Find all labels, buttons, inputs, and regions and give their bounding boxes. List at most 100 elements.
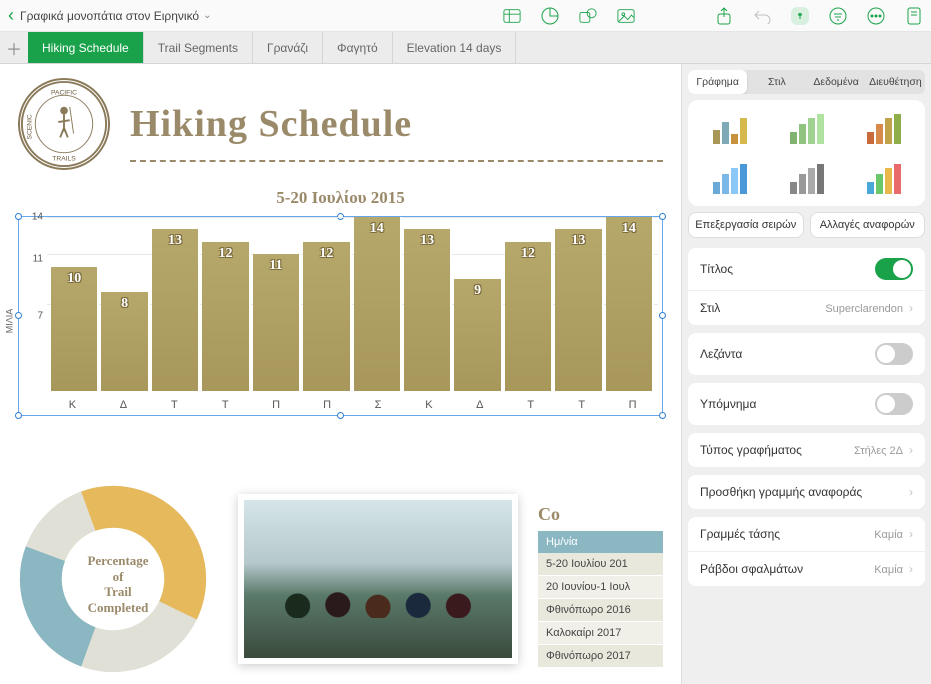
bar: 10 xyxy=(51,267,99,391)
chart-style-grid xyxy=(688,100,925,206)
seg-arrange[interactable]: Διευθέτηση xyxy=(866,70,925,94)
style-thumb[interactable] xyxy=(848,156,919,200)
bar-value: 12 xyxy=(202,246,248,262)
bar-value: 13 xyxy=(404,233,450,249)
svg-text:TRAILS: TRAILS xyxy=(52,155,76,162)
sheet-tabs: ＋ Hiking Schedule Trail Segments Γρανάζι… xyxy=(0,32,931,64)
row-error-value: Καμία xyxy=(874,564,903,576)
table-row[interactable]: 20 Ιουνίου-1 Ιουλ xyxy=(538,576,663,599)
y-tick: 7 xyxy=(19,311,43,322)
tab-trail-segments[interactable]: Trail Segments xyxy=(144,32,253,63)
donut-chart[interactable]: PercentageofTrailCompleted xyxy=(18,484,218,684)
row-legend[interactable]: Υπόμνημα xyxy=(688,383,925,425)
row-style[interactable]: Στιλ Superclarendon› xyxy=(688,290,925,325)
bar: 12 xyxy=(505,242,553,391)
style-thumb[interactable] xyxy=(694,106,765,150)
document-title[interactable]: Γραφικά μονοπάτια στον Ειρηνικό xyxy=(20,9,199,23)
x-tick: Σ xyxy=(353,395,404,415)
x-tick: Κ xyxy=(47,395,98,415)
table-title: Co xyxy=(538,504,663,525)
bar: 12 xyxy=(202,242,250,391)
back-chevron-icon[interactable]: ‹ xyxy=(8,5,14,26)
resize-handle[interactable] xyxy=(15,412,22,419)
seg-chart[interactable]: Γράφημα xyxy=(688,70,747,94)
table-row[interactable]: 5-20 Ιουλίου 201 xyxy=(538,553,663,576)
row-title[interactable]: Τίτλος xyxy=(688,248,925,290)
tab-hiking-schedule[interactable]: Hiking Schedule xyxy=(28,32,144,63)
style-thumb[interactable] xyxy=(771,106,842,150)
bar-value: 12 xyxy=(303,246,349,262)
style-thumb[interactable] xyxy=(694,156,765,200)
row-trend[interactable]: Γραμμές τάσης Καμία› xyxy=(688,517,925,551)
seg-style[interactable]: Στιλ xyxy=(747,70,806,94)
tab-food[interactable]: Φαγητό xyxy=(323,32,393,63)
resize-handle[interactable] xyxy=(659,213,666,220)
table-icon[interactable] xyxy=(503,7,521,25)
bar-value: 12 xyxy=(505,246,551,262)
y-tick: 11 xyxy=(19,254,43,265)
row-chart-type[interactable]: Τύπος γραφήματος Στήλες 2Δ› xyxy=(688,433,925,467)
edit-series-button[interactable]: Επεξεργασία σειρών xyxy=(688,212,804,238)
table-row[interactable]: Καλοκαίρι 2017 xyxy=(538,622,663,645)
bar-chart[interactable]: 5-20 Ιουλίου 2015 ΜΙΛΙΑ 1081312111214139… xyxy=(18,188,663,416)
change-references-button[interactable]: Αλλαγές αναφορών xyxy=(810,212,926,238)
table-header: Ημ/νία xyxy=(538,531,663,553)
style-thumb[interactable] xyxy=(848,106,919,150)
filter-icon[interactable] xyxy=(829,7,847,25)
row-style-label: Στιλ xyxy=(700,301,720,315)
bar: 14 xyxy=(354,217,402,391)
x-tick: Δ xyxy=(454,395,505,415)
more-icon[interactable] xyxy=(867,7,885,25)
table-row[interactable]: Φθινόπωρο 2017 xyxy=(538,645,663,668)
bar-value: 9 xyxy=(454,283,500,299)
row-reference-label: Προσθήκη γραμμής αναφοράς xyxy=(700,485,862,499)
row-caption[interactable]: Λεζάντα xyxy=(688,333,925,375)
caption-toggle[interactable] xyxy=(875,343,913,365)
row-caption-label: Λεζάντα xyxy=(700,347,742,361)
resize-handle[interactable] xyxy=(659,312,666,319)
date-table[interactable]: Co Ημ/νία 5-20 Ιουλίου 20120 Ιουνίου-1 Ι… xyxy=(538,504,663,684)
shape-icon[interactable] xyxy=(579,7,597,25)
chart-icon[interactable] xyxy=(541,7,559,25)
title-toggle[interactable] xyxy=(875,258,913,280)
share-icon[interactable] xyxy=(715,7,733,25)
page-header: PACIFIC TRAILS SCENIC Hiking Schedule xyxy=(0,64,681,180)
x-tick: Τ xyxy=(556,395,607,415)
bar-value: 14 xyxy=(606,221,652,237)
row-trend-value: Καμία xyxy=(874,529,903,541)
seg-data[interactable]: Δεδομένα xyxy=(807,70,866,94)
row-title-label: Τίτλος xyxy=(700,262,733,276)
style-thumb[interactable] xyxy=(771,156,842,200)
row-reference-line[interactable]: Προσθήκη γραμμής αναφοράς › xyxy=(688,475,925,509)
chevron-right-icon: › xyxy=(909,443,913,457)
canvas[interactable]: PACIFIC TRAILS SCENIC Hiking Schedule 5-… xyxy=(0,64,681,684)
x-tick: Δ xyxy=(98,395,149,415)
row-style-value: Superclarendon xyxy=(825,303,903,315)
add-sheet-button[interactable]: ＋ xyxy=(0,32,28,63)
x-tick: Π xyxy=(302,395,353,415)
media-icon[interactable] xyxy=(617,7,635,25)
inspector-icon[interactable] xyxy=(905,7,923,25)
title-bar: ‹ Γραφικά μονοπάτια στον Ειρηνικό ⌄ xyxy=(0,0,931,32)
bar-value: 8 xyxy=(101,296,147,312)
tab-elevation[interactable]: Elevation 14 days xyxy=(393,32,517,63)
x-tick: Π xyxy=(607,395,658,415)
tab-gear[interactable]: Γρανάζι xyxy=(253,32,323,63)
y-axis-label: ΜΙΛΙΑ xyxy=(4,309,14,334)
chevron-right-icon: › xyxy=(909,562,913,576)
photo[interactable] xyxy=(238,494,518,664)
toolbar-right xyxy=(503,7,923,25)
legend-toggle[interactable] xyxy=(875,393,913,415)
row-error-bars[interactable]: Ράβδοι σφαλμάτων Καμία› xyxy=(688,551,925,586)
bar-value: 13 xyxy=(555,233,601,249)
resize-handle[interactable] xyxy=(659,412,666,419)
title-dropdown-icon[interactable]: ⌄ xyxy=(203,10,211,21)
bar: 13 xyxy=(404,229,452,391)
row-chart-type-label: Τύπος γραφήματος xyxy=(700,443,802,457)
x-tick: Τ xyxy=(200,395,251,415)
table-row[interactable]: Φθινόπωρο 2016 xyxy=(538,599,663,622)
format-brush-icon[interactable] xyxy=(791,7,809,25)
x-tick: Τ xyxy=(505,395,556,415)
x-tick: Κ xyxy=(403,395,454,415)
svg-text:PACIFIC: PACIFIC xyxy=(51,89,77,96)
